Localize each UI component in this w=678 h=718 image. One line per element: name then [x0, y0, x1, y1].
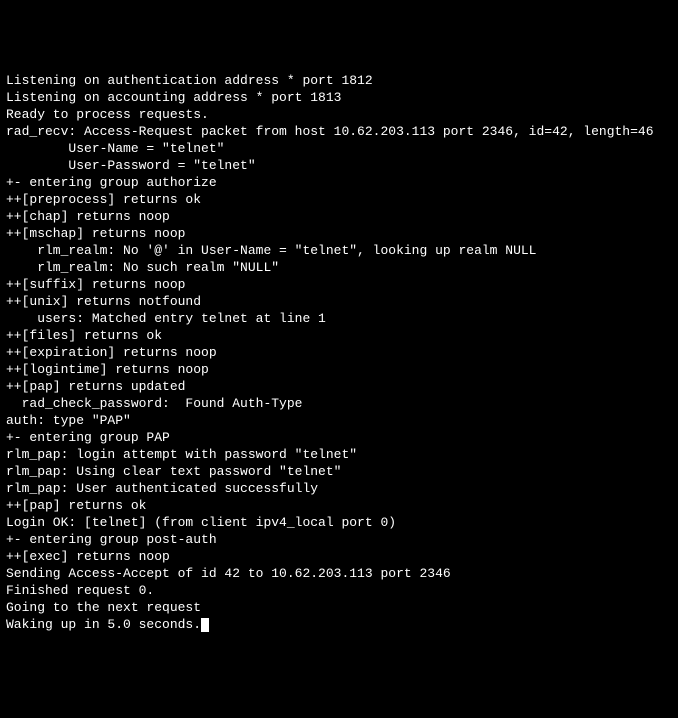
terminal-output: Listening on authentication address * po… — [6, 72, 672, 633]
terminal-line: rlm_realm: No '@' in User-Name = "telnet… — [6, 242, 672, 259]
terminal-line: rad_recv: Access-Request packet from hos… — [6, 123, 672, 140]
terminal-line: rad_check_password: Found Auth-Type — [6, 395, 672, 412]
terminal-line: ++[pap] returns ok — [6, 497, 672, 514]
terminal-line: +- entering group post-auth — [6, 531, 672, 548]
terminal-line: ++[suffix] returns noop — [6, 276, 672, 293]
terminal-line: auth: type "PAP" — [6, 412, 672, 429]
terminal-cursor — [201, 618, 209, 632]
terminal-line: ++[logintime] returns noop — [6, 361, 672, 378]
terminal-line: ++[expiration] returns noop — [6, 344, 672, 361]
terminal-line: Sending Access-Accept of id 42 to 10.62.… — [6, 565, 672, 582]
terminal-line: ++[pap] returns updated — [6, 378, 672, 395]
terminal-line: Ready to process requests. — [6, 106, 672, 123]
terminal-line: ++[preprocess] returns ok — [6, 191, 672, 208]
terminal-line: ++[exec] returns noop — [6, 548, 672, 565]
terminal-line: rlm_pap: login attempt with password "te… — [6, 446, 672, 463]
terminal-line: User-Name = "telnet" — [6, 140, 672, 157]
terminal-line: rlm_pap: Using clear text password "teln… — [6, 463, 672, 480]
terminal-line: +- entering group authorize — [6, 174, 672, 191]
terminal-line: rlm_pap: User authenticated successfully — [6, 480, 672, 497]
terminal-line: Login OK: [telnet] (from client ipv4_loc… — [6, 514, 672, 531]
terminal-line: ++[unix] returns notfound — [6, 293, 672, 310]
terminal-line: users: Matched entry telnet at line 1 — [6, 310, 672, 327]
terminal-line: User-Password = "telnet" — [6, 157, 672, 174]
terminal-line: Listening on accounting address * port 1… — [6, 89, 672, 106]
terminal-line: ++[mschap] returns noop — [6, 225, 672, 242]
terminal-line: Finished request 0. — [6, 582, 672, 599]
terminal-line: Waking up in 5.0 seconds. — [6, 616, 672, 633]
terminal-line: Listening on authentication address * po… — [6, 72, 672, 89]
terminal-line: +- entering group PAP — [6, 429, 672, 446]
terminal-line: rlm_realm: No such realm "NULL" — [6, 259, 672, 276]
terminal-line: ++[chap] returns noop — [6, 208, 672, 225]
terminal-line: Going to the next request — [6, 599, 672, 616]
terminal-line: ++[files] returns ok — [6, 327, 672, 344]
